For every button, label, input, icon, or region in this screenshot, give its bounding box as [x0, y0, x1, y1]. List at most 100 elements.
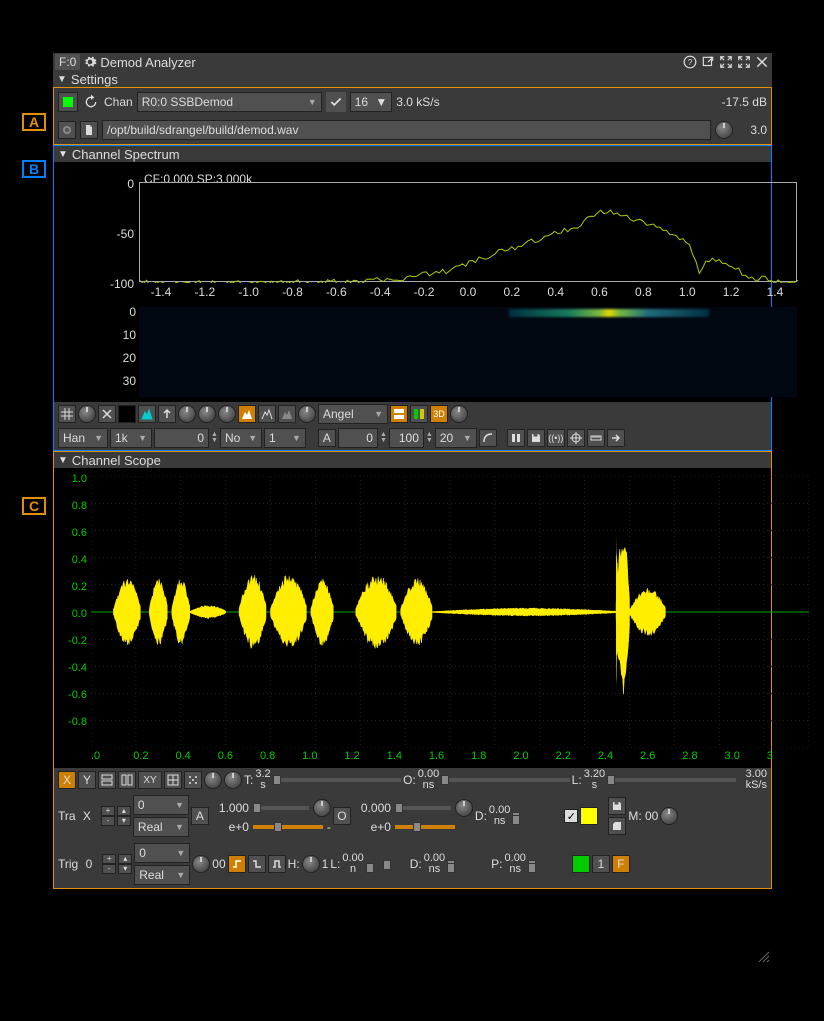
bg-black-button[interactable]: [118, 405, 136, 423]
oneshot-button[interactable]: 1: [592, 855, 610, 873]
spectrum-display[interactable]: CF:0.000 SP:3.000k 0 -50 -100 -1.4-1.2-1…: [54, 162, 771, 402]
up-button[interactable]: ▴: [117, 806, 131, 816]
colormap-dial[interactable]: [298, 405, 316, 423]
file-path-input[interactable]: /opt/build/sdrangel/build/demod.wav: [102, 120, 711, 140]
goto-button[interactable]: [607, 429, 625, 447]
amp-exp-slider[interactable]: [253, 825, 323, 829]
scope-header[interactable]: ▼ Channel Scope: [54, 452, 771, 468]
gradient-button[interactable]: [278, 405, 296, 423]
window-combo[interactable]: Han▼: [58, 428, 108, 448]
remove-button[interactable]: -: [101, 816, 115, 826]
range-input[interactable]: [389, 428, 424, 448]
mem-dial[interactable]: [660, 807, 678, 825]
amp-slider[interactable]: [253, 806, 309, 810]
record-button[interactable]: [58, 121, 76, 139]
load-trace-button[interactable]: [608, 817, 626, 835]
popout-icon[interactable]: [700, 54, 716, 70]
ofs-button[interactable]: O: [333, 807, 351, 825]
up-button[interactable]: ▴: [118, 854, 132, 864]
time-slider[interactable]: [273, 778, 401, 782]
trig-index-combo[interactable]: 0▼: [134, 843, 190, 863]
edge-both-button[interactable]: [268, 855, 286, 873]
edge-fall-button[interactable]: [248, 855, 266, 873]
dots-button[interactable]: [184, 771, 202, 789]
trace-index-combo[interactable]: 0▼: [133, 795, 189, 815]
fill-button[interactable]: [238, 405, 256, 423]
target-button[interactable]: [567, 429, 585, 447]
trace-type-combo[interactable]: Real▼: [133, 817, 189, 837]
view-checkbox[interactable]: ✓: [564, 809, 578, 823]
pause-button[interactable]: [507, 429, 525, 447]
trig-count-dial[interactable]: [192, 855, 210, 873]
shrink-icon[interactable]: [718, 54, 734, 70]
gear-icon[interactable]: [82, 54, 98, 70]
vsplit-button[interactable]: [118, 771, 136, 789]
amp-button[interactable]: A: [191, 807, 209, 825]
channel-combo[interactable]: R0:0 SSBDemod▼: [137, 92, 322, 112]
grid-intensity-dial[interactable]: [224, 771, 242, 789]
trace-dial-3[interactable]: [218, 405, 236, 423]
polar-grid-button[interactable]: [164, 771, 182, 789]
trig-type-combo[interactable]: Real▼: [134, 865, 190, 885]
offset-slider[interactable]: [441, 778, 569, 782]
ofs-exp-slider[interactable]: [395, 825, 455, 829]
scope-display[interactable]: 1.00.80.60.40.20.0-0.2-0.4-0.6-0.8 .00.2…: [54, 468, 771, 768]
spin-arrows[interactable]: ▲▼: [380, 432, 387, 444]
remove-button[interactable]: -: [102, 864, 116, 874]
trace-color-swatch[interactable]: [580, 807, 598, 825]
apply-button[interactable]: [326, 92, 346, 112]
spectrogram-button[interactable]: [410, 405, 428, 423]
waterfall-button[interactable]: [390, 405, 408, 423]
volume-dial[interactable]: [715, 121, 733, 139]
run-button[interactable]: [58, 92, 78, 112]
close-icon[interactable]: [754, 54, 770, 70]
amp-dial[interactable]: [313, 799, 331, 817]
ofs-dial[interactable]: [455, 799, 473, 817]
overlap-input[interactable]: [154, 428, 209, 448]
grid-button[interactable]: [58, 405, 76, 423]
down-button[interactable]: ▾: [117, 816, 131, 826]
grid-dial[interactable]: [78, 405, 96, 423]
maxhold-button[interactable]: [158, 405, 176, 423]
y-mode-button[interactable]: Y: [78, 771, 96, 789]
colormap-combo[interactable]: Angel▼: [318, 404, 388, 424]
amode-button[interactable]: A: [318, 429, 336, 447]
spin-arrows[interactable]: ▲▼: [426, 432, 433, 444]
save-button[interactable]: [527, 429, 545, 447]
resize-grip-icon[interactable]: [756, 949, 770, 963]
3d-dial[interactable]: [450, 405, 468, 423]
histogram-button[interactable]: [138, 405, 156, 423]
fft-size-combo[interactable]: 1k▼: [110, 428, 152, 448]
feature-index[interactable]: F:0: [55, 54, 80, 70]
trace-dial-2[interactable]: [198, 405, 216, 423]
broadcast-button[interactable]: ((•)): [547, 429, 565, 447]
avg-mode-combo[interactable]: No▼: [220, 428, 262, 448]
x-mode-button[interactable]: X: [58, 771, 76, 789]
spectrum-header[interactable]: ▼ Channel Spectrum: [54, 146, 771, 162]
spin-arrows[interactable]: ▲▼: [211, 432, 218, 444]
clear-button[interactable]: [98, 405, 116, 423]
save-trace-button[interactable]: [608, 797, 626, 815]
add-button[interactable]: +: [102, 854, 116, 864]
reload-button[interactable]: [82, 93, 100, 111]
decim-spin[interactable]: 16 ▼: [350, 92, 393, 112]
trig-color-swatch[interactable]: [572, 855, 590, 873]
holdoff-dial[interactable]: [302, 855, 320, 873]
freerun-button[interactable]: F: [612, 855, 630, 873]
trace-intensity-dial[interactable]: [204, 771, 222, 789]
expand-icon[interactable]: [736, 54, 752, 70]
trace-dial-1[interactable]: [178, 405, 196, 423]
ref-input[interactable]: [338, 428, 378, 448]
line-button[interactable]: [258, 405, 276, 423]
ruler-button[interactable]: [587, 429, 605, 447]
xy-mode-button[interactable]: XY: [138, 771, 162, 789]
settings-header[interactable]: ▼ Settings: [53, 71, 772, 87]
hsplit-button[interactable]: [98, 771, 116, 789]
help-icon[interactable]: ?: [682, 54, 698, 70]
add-button[interactable]: +: [101, 806, 115, 816]
ofs-slider[interactable]: [395, 806, 451, 810]
log-button[interactable]: [479, 429, 497, 447]
file-button[interactable]: [80, 121, 98, 139]
edge-rise-button[interactable]: [228, 855, 246, 873]
down-button[interactable]: ▾: [118, 864, 132, 874]
